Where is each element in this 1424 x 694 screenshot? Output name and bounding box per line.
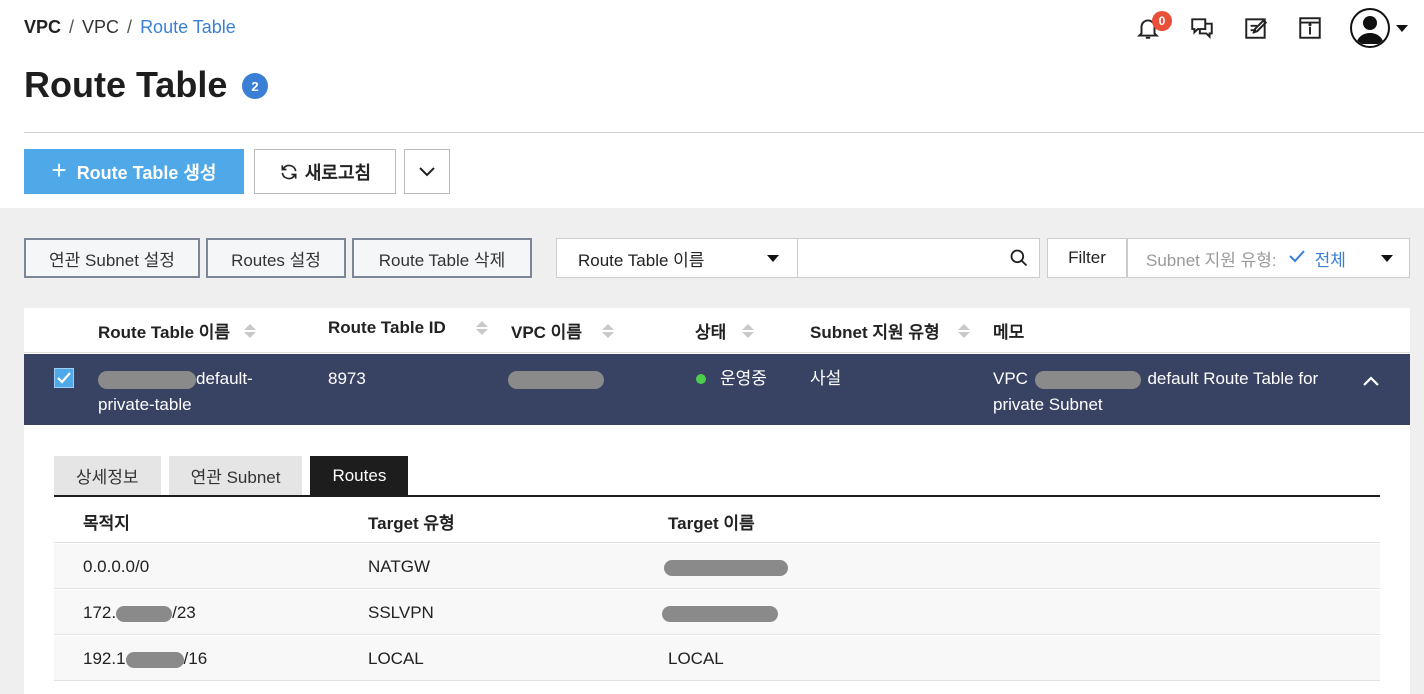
route-destination: 0.0.0.0/0 xyxy=(83,557,150,576)
breadcrumb: VPC / VPC / Route Table xyxy=(24,17,236,38)
route-target-type: NATGW xyxy=(368,557,431,576)
avatar xyxy=(1350,8,1390,48)
tab-details[interactable]: 상세정보 xyxy=(54,456,161,495)
subnet-type-filter[interactable]: Subnet 지원 유형: 전체 xyxy=(1127,238,1410,278)
sort-icon[interactable] xyxy=(475,321,488,335)
breadcrumb-vpc[interactable]: VPC xyxy=(82,17,119,38)
chevron-down-icon xyxy=(1396,24,1408,32)
breadcrumb-current: Route Table xyxy=(140,17,236,37)
search-input[interactable] xyxy=(797,238,1040,278)
table-row[interactable]: default- private-table 8973 운영중 사설 VPC d… xyxy=(24,354,1410,425)
filter-value: 전체 xyxy=(1314,250,1346,270)
create-route-table-button[interactable]: + Route Table 생성 xyxy=(24,149,244,194)
col-destination: 목적지 xyxy=(83,514,130,533)
breadcrumb-separator: / xyxy=(127,17,133,37)
search-field-value: Route Table 이름 xyxy=(578,250,705,270)
cell-vpc-name xyxy=(508,366,604,392)
search-icon[interactable] xyxy=(1009,248,1029,268)
table-header: Route Table 이름 Route Table ID VPC 이름 상태 … xyxy=(24,308,1410,353)
check-icon xyxy=(1288,248,1305,268)
create-label: Route Table 생성 xyxy=(76,162,217,183)
redacted-text xyxy=(116,605,173,622)
divider xyxy=(24,132,1424,133)
assoc-subnet-button[interactable]: 연관 Subnet 설정 xyxy=(24,238,200,278)
plus-icon: + xyxy=(51,155,67,185)
table-row: 192.1/16 LOCAL LOCAL xyxy=(54,636,1380,681)
sort-icon[interactable] xyxy=(601,323,614,338)
cell-route-table-name[interactable]: default- private-table xyxy=(98,366,253,418)
breadcrumb-separator: / xyxy=(69,17,75,37)
routes-table-header: 목적지 Target 유형 Target 이름 xyxy=(54,497,1380,543)
col-subnet-type[interactable]: Subnet 지원 유형 xyxy=(810,318,970,343)
col-memo: 메모 xyxy=(993,323,1025,342)
breadcrumb-vpc-root[interactable]: VPC xyxy=(24,17,61,38)
row-checkbox[interactable] xyxy=(54,368,74,388)
route-destination: 192.1/16 xyxy=(83,649,208,668)
refresh-button[interactable]: 새로고침 xyxy=(254,149,396,194)
page-title: Route Table xyxy=(24,64,228,105)
cell-memo: VPC default Route Table for private Subn… xyxy=(993,369,1319,414)
more-options-button[interactable] xyxy=(404,149,450,194)
chevron-down-icon xyxy=(419,166,435,176)
col-target-type: Target 유형 xyxy=(368,514,455,533)
status-dot-icon xyxy=(696,373,706,384)
refresh-label: 새로고침 xyxy=(304,162,372,183)
redacted-text xyxy=(98,370,196,389)
delete-route-table-button[interactable]: Route Table 삭제 xyxy=(352,238,532,278)
route-target-name xyxy=(662,603,778,623)
sort-icon[interactable] xyxy=(244,323,257,338)
table-row: 172./23 SSLVPN xyxy=(54,590,1380,635)
col-target-name: Target 이름 xyxy=(668,514,755,533)
redacted-text xyxy=(1034,370,1141,389)
chevron-up-icon[interactable] xyxy=(1362,372,1380,390)
caret-down-icon xyxy=(767,254,779,262)
redacted-text xyxy=(662,605,778,622)
status-text: 운영중 xyxy=(720,369,767,388)
col-status[interactable]: 상태 xyxy=(695,318,755,343)
route-destination: 172./23 xyxy=(83,603,196,622)
check-icon xyxy=(57,372,71,384)
info-button[interactable] xyxy=(1296,14,1324,42)
table-row: 0.0.0.0/0 NATGW xyxy=(54,544,1380,589)
col-route-table-name[interactable]: Route Table 이름 xyxy=(98,318,257,343)
redacted-text xyxy=(125,651,184,668)
caret-down-icon xyxy=(1381,254,1393,262)
refresh-icon xyxy=(281,164,297,179)
redacted-text xyxy=(664,559,788,576)
search-field-select[interactable]: Route Table 이름 xyxy=(556,238,798,278)
notification-button[interactable]: 0 xyxy=(1134,11,1172,42)
route-table-list: Route Table 이름 Route Table ID VPC 이름 상태 … xyxy=(24,308,1410,694)
detail-tabs: 상세정보 연관 Subnet Routes xyxy=(54,456,409,495)
sort-icon[interactable] xyxy=(957,323,970,338)
route-target-name: LOCAL xyxy=(668,649,724,668)
route-target-name xyxy=(664,557,788,577)
cell-status: 운영중 xyxy=(696,366,767,392)
filter-button[interactable]: Filter xyxy=(1047,238,1127,278)
header-icons: 0 xyxy=(1134,8,1408,48)
cell-subnet-type: 사설 xyxy=(810,369,842,388)
memo-button[interactable] xyxy=(1242,14,1270,42)
chat-icon xyxy=(1191,18,1213,40)
route-target-type: SSLVPN xyxy=(368,603,434,622)
user-icon xyxy=(1356,16,1384,44)
tab-routes[interactable]: Routes xyxy=(310,456,409,495)
tab-assoc-subnet[interactable]: 연관 Subnet xyxy=(168,456,303,495)
col-route-table-id[interactable]: Route Table ID xyxy=(328,318,488,338)
notification-badge: 0 xyxy=(1152,11,1172,31)
sort-icon[interactable] xyxy=(742,323,755,338)
count-badge: 2 xyxy=(242,73,268,99)
col-vpc-name[interactable]: VPC 이름 xyxy=(511,318,614,343)
cell-route-table-id: 8973 xyxy=(328,369,366,388)
info-icon xyxy=(1299,17,1321,39)
user-menu[interactable] xyxy=(1350,8,1408,48)
redacted-text xyxy=(508,370,604,389)
edit-note-icon xyxy=(1245,18,1268,39)
filter-label: Subnet 지원 유형: xyxy=(1146,250,1277,270)
routes-settings-button[interactable]: Routes 설정 xyxy=(206,238,346,278)
route-target-type: LOCAL xyxy=(368,649,424,668)
chat-button[interactable] xyxy=(1188,14,1216,42)
